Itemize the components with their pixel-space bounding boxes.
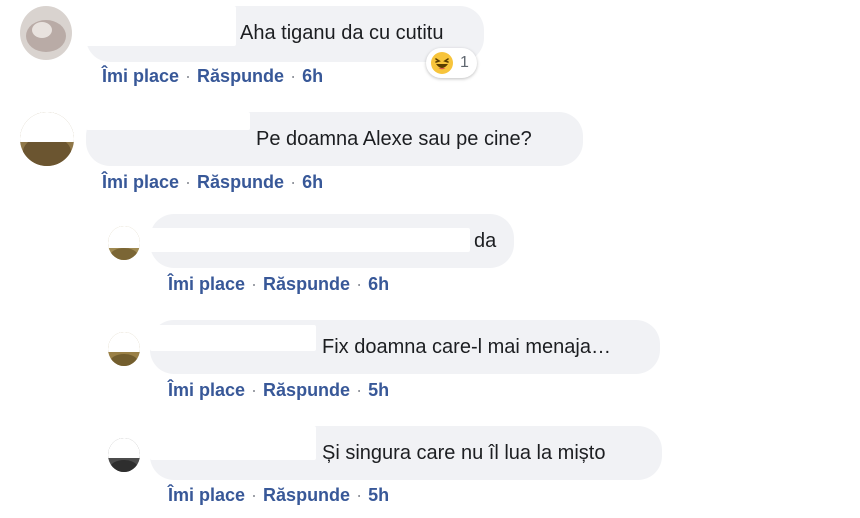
- comment-text: da: [474, 230, 497, 252]
- separator: ·: [185, 66, 192, 86]
- comment-actions: Îmi place · Răspunde · 6h: [168, 273, 389, 295]
- avatar[interactable]: [20, 112, 74, 166]
- redacted-author-name: [150, 426, 316, 460]
- comment-actions: Îmi place · Răspunde · 5h: [168, 484, 389, 506]
- like-link[interactable]: Îmi place: [102, 172, 179, 192]
- comment-text: Pe doamna Alexe sau pe cine?: [256, 128, 532, 150]
- redacted-author-name: [150, 228, 470, 252]
- like-link[interactable]: Îmi place: [168, 380, 245, 400]
- comment-text: Fix doamna care-l mai menaja…: [322, 336, 611, 358]
- comment-text: Aha tiganu da cu cutitu: [240, 22, 444, 44]
- like-link[interactable]: Îmi place: [168, 485, 245, 505]
- separator: ·: [251, 274, 258, 294]
- separator: ·: [356, 274, 363, 294]
- like-link[interactable]: Îmi place: [102, 66, 179, 86]
- reaction-badge[interactable]: 1: [426, 48, 477, 78]
- timestamp[interactable]: 5h: [368, 380, 389, 400]
- comment-text: Și singura care nu îl lua la mișto: [322, 442, 606, 464]
- separator: ·: [290, 172, 297, 192]
- timestamp[interactable]: 6h: [302, 172, 323, 192]
- comment-actions: Îmi place · Răspunde · 6h: [102, 171, 323, 193]
- comment-actions: Îmi place · Răspunde · 6h: [102, 65, 323, 87]
- avatar[interactable]: [108, 226, 140, 260]
- reply-link[interactable]: Răspunde: [197, 66, 284, 86]
- reply-link[interactable]: Răspunde: [263, 485, 350, 505]
- avatar[interactable]: [108, 438, 140, 472]
- reply-link[interactable]: Răspunde: [197, 172, 284, 192]
- like-link[interactable]: Îmi place: [168, 274, 245, 294]
- haha-emoji-icon: [431, 52, 453, 74]
- avatar[interactable]: [20, 6, 72, 60]
- separator: ·: [251, 485, 258, 505]
- timestamp[interactable]: 6h: [368, 274, 389, 294]
- reaction-count: 1: [460, 54, 469, 71]
- redacted-author-name: [150, 325, 316, 351]
- comment-actions: Îmi place · Răspunde · 5h: [168, 379, 389, 401]
- separator: ·: [356, 380, 363, 400]
- redacted-author-name: [86, 112, 250, 130]
- separator: ·: [290, 66, 297, 86]
- timestamp[interactable]: 6h: [302, 66, 323, 86]
- separator: ·: [185, 172, 192, 192]
- separator: ·: [251, 380, 258, 400]
- reply-link[interactable]: Răspunde: [263, 380, 350, 400]
- reply-link[interactable]: Răspunde: [263, 274, 350, 294]
- avatar-image: [20, 6, 72, 60]
- separator: ·: [356, 485, 363, 505]
- redacted-author-name: [86, 6, 236, 46]
- avatar[interactable]: [108, 332, 140, 366]
- timestamp[interactable]: 5h: [368, 485, 389, 505]
